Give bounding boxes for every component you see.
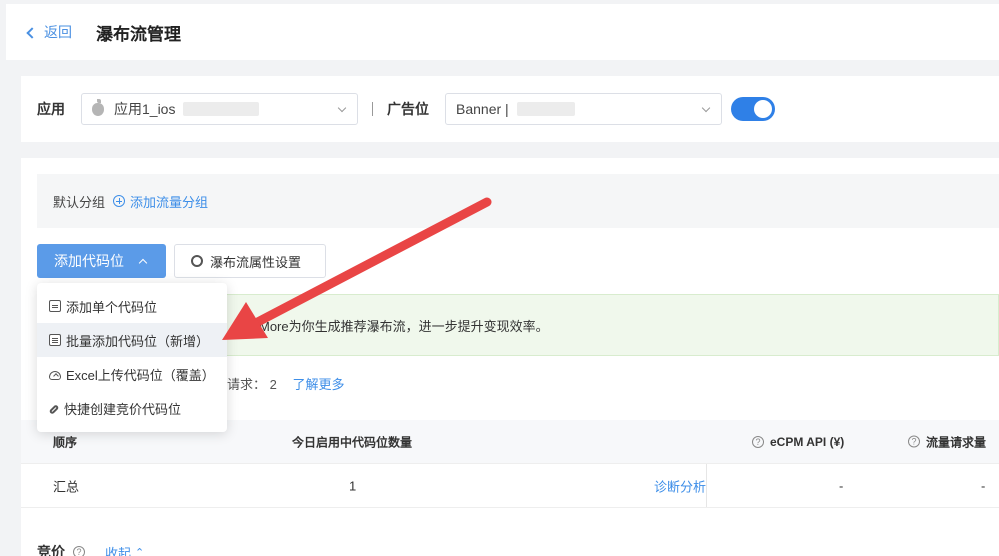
menu-item-label: Excel上传代码位（覆盖） — [66, 367, 215, 383]
app-label: 应用 — [37, 101, 65, 117]
header-ecpm: ? eCPM API (¥) — [752, 435, 844, 449]
menu-item-batch-add[interactable]: 批量添加代码位（新增） — [37, 323, 227, 357]
settings-label: 瀑布流属性设置 — [210, 254, 302, 270]
tip-text: More为你生成推荐瀑布流，进一步提升变现效率。 — [259, 318, 549, 334]
row-ecpm: - — [839, 478, 844, 493]
add-group-label: 添加流量分组 — [130, 194, 209, 210]
slot-toggle[interactable] — [731, 97, 775, 121]
slot-select-value: Banner | — [456, 101, 509, 117]
filter-bar: 应用 应用1_ios 广告位 Banner | — [21, 76, 999, 142]
header-ecpm-label: eCPM API (¥) — [770, 434, 845, 449]
table-row: 汇总 1 诊断分析 - - — [21, 464, 999, 508]
divider — [372, 102, 373, 116]
back-label: 返回 — [44, 24, 72, 40]
menu-item-label: 快捷创建竞价代码位 — [64, 401, 182, 417]
header-slot-count: 今日启用中代码位数量 — [292, 435, 413, 449]
request-info: 请求： 2 了解更多 — [227, 374, 345, 393]
learn-more-link[interactable]: 了解更多 — [293, 377, 345, 392]
diagnose-link[interactable]: 诊断分析 — [654, 476, 706, 495]
slot-label: 广告位 — [387, 101, 429, 117]
add-slot-label: 添加代码位 — [54, 253, 124, 269]
apple-icon — [92, 98, 104, 116]
chevron-down-icon — [337, 103, 347, 113]
row-traffic: - — [981, 478, 986, 493]
menu-item-label: 添加单个代码位 — [66, 299, 158, 315]
default-group-label: 默认分组 — [53, 194, 106, 210]
back-button[interactable]: 返回 — [26, 22, 72, 42]
add-slot-dropdown: 添加单个代码位 批量添加代码位（新增） Excel上传代码位（覆盖） 快捷创建竞… — [37, 283, 227, 432]
request-count: 2 — [269, 377, 277, 392]
row-order: 汇总 — [53, 479, 80, 494]
help-icon[interactable]: ? — [752, 435, 764, 448]
app-select-value: 应用1_ios — [114, 101, 176, 117]
link-icon — [48, 404, 60, 415]
chevron-up-icon — [138, 258, 148, 267]
menu-item-quick-bidding[interactable]: 快捷创建竞价代码位 — [37, 391, 227, 425]
waterfall-settings-button[interactable]: 瀑布流属性设置 — [174, 244, 326, 278]
row-slot-count: 1 — [349, 478, 357, 493]
menu-item-add-single[interactable]: 添加单个代码位 — [37, 289, 227, 323]
help-icon[interactable]: ? — [908, 435, 920, 448]
bidding-section-header: 竞价 ? 收起 ⌃ — [37, 542, 144, 556]
group-bar: 默认分组 添加流量分组 — [37, 174, 999, 228]
gear-icon — [191, 255, 203, 267]
waterfall-table: 顺序 今日启用中代码位数量 ? eCPM API (¥) ? 流量请求量 汇总 … — [21, 420, 999, 508]
header-traffic: ? 流量请求量 — [908, 433, 986, 450]
double-chevron-up-icon: ⌃ — [135, 546, 145, 556]
bidding-title: 竞价 — [37, 544, 65, 556]
add-slot-button[interactable]: 添加代码位 — [37, 244, 166, 278]
page-title: 瀑布流管理 — [96, 24, 181, 44]
chevron-left-icon — [26, 26, 38, 39]
redacted-text — [516, 102, 575, 116]
collapse-link[interactable]: 收起 — [105, 543, 131, 556]
header-traffic-label: 流量请求量 — [926, 435, 987, 449]
chevron-down-icon — [701, 103, 711, 113]
redacted-text — [183, 102, 260, 116]
menu-item-label: 批量添加代码位（新增） — [66, 333, 210, 349]
help-icon[interactable]: ? — [73, 546, 85, 556]
documents-icon — [49, 334, 61, 346]
document-icon — [49, 300, 61, 312]
request-label: 请求： — [227, 377, 267, 392]
page-header: 返回 瀑布流管理 — [6, 4, 999, 60]
header-order: 顺序 — [53, 435, 78, 449]
recommendation-tip: More为你生成推荐瀑布流，进一步提升变现效率。 — [226, 294, 999, 356]
plus-circle-icon — [113, 195, 126, 207]
add-group-button[interactable]: 添加流量分组 — [113, 192, 208, 211]
menu-item-excel-upload[interactable]: Excel上传代码位（覆盖） — [37, 357, 227, 391]
slot-select[interactable]: Banner | — [445, 93, 722, 125]
cloud-upload-icon — [49, 370, 61, 380]
app-select[interactable]: 应用1_ios — [81, 93, 358, 125]
